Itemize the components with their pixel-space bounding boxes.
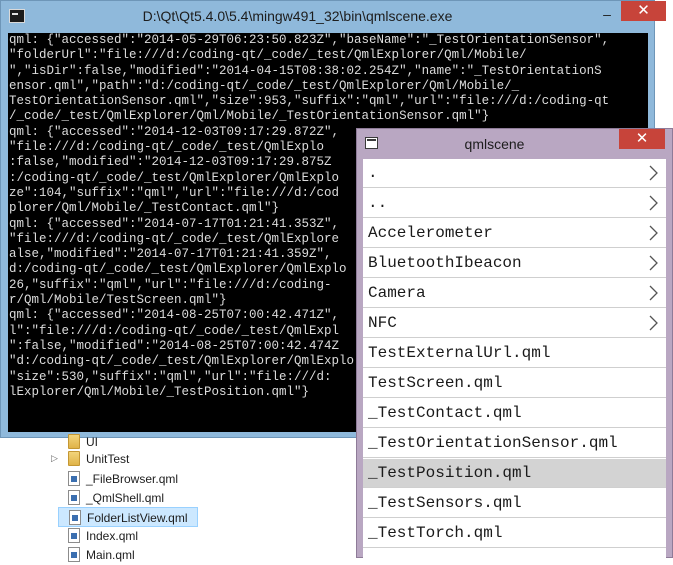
list-item-label: Accelerometer: [368, 224, 493, 242]
folder-icon: [68, 434, 80, 449]
list-item-label: _TestSensors.qml: [368, 494, 522, 512]
file-list-item[interactable]: _TestSensors.qml: [363, 489, 666, 518]
list-item-label: _TestTorch.qml: [368, 524, 503, 542]
qml-file-icon: [68, 547, 80, 562]
chevron-right-icon: [649, 225, 658, 241]
qmlscene-window-title: qmlscene: [464, 136, 525, 152]
folder-list-item[interactable]: ..: [363, 189, 666, 218]
console-line: "folderUrl":"file:///d:/coding-qt/_code/…: [9, 48, 527, 63]
file-list-item[interactable]: _TestOrientationSensor.qml: [363, 429, 666, 458]
tree-item[interactable]: _FileBrowser.qml: [54, 469, 374, 489]
qml-file-icon: [68, 471, 80, 486]
list-item-label: Camera: [368, 284, 426, 302]
list-item-label: ..: [368, 194, 388, 212]
chevron-right-icon: [649, 165, 658, 181]
file-list-item[interactable]: _TestContact.qml: [363, 399, 666, 428]
folder-list-item[interactable]: Camera: [363, 279, 666, 308]
list-item-label: TestScreen.qml: [368, 374, 503, 392]
tree-item[interactable]: ▷ UnitTest: [51, 449, 374, 469]
list-item-label: BluetoothIbeacon: [368, 254, 522, 272]
list-item-label: _TestContact.qml: [368, 404, 522, 422]
qmlscene-titlebar[interactable]: qmlscene ✕: [357, 129, 672, 157]
tree-item[interactable]: Index.qml: [54, 526, 374, 546]
console-line: TestOrientationSensor.qml","size":953,"s…: [9, 94, 610, 109]
console-close-button[interactable]: ✕: [621, 1, 666, 21]
qml-file-icon: [69, 510, 81, 525]
chevron-right-icon: [649, 195, 658, 211]
tree-item-label: Index.qml: [86, 529, 139, 543]
tree-item[interactable]: _QmlShell.qml: [54, 488, 374, 508]
expand-arrow-icon[interactable]: ▷: [51, 452, 61, 464]
list-item-label: .: [368, 164, 378, 182]
console-line: ensor.qml","path":"d:/coding-qt/_code/_t…: [9, 78, 520, 93]
qml-file-icon: [68, 490, 80, 505]
folder-list-view[interactable]: ... Accelerometer BluetoothIbeacon Camera NF…: [363, 159, 666, 559]
tree-item-label: Main.qml: [86, 548, 135, 562]
console-window-title: D:\Qt\Qt5.4.0\5.4\mingw491_32\bin\qmlsce…: [142, 8, 453, 24]
qml-file-icon: [68, 528, 80, 543]
chevron-right-icon: [649, 285, 658, 301]
folder-list-item[interactable]: NFC: [363, 309, 666, 338]
folder-icon: [68, 451, 80, 466]
console-titlebar[interactable]: D:\Qt\Qt5.4.0\5.4\mingw491_32\bin\qmlsce…: [1, 1, 666, 33]
list-item-label: _TestPosition.qml: [368, 464, 532, 482]
tree-item[interactable]: Main.qml: [54, 545, 374, 565]
console-minimize-button[interactable]: –: [597, 6, 617, 22]
tree-item-label: _FileBrowser.qml: [86, 472, 179, 486]
console-line: qml: {"accessed":"2014-05-29T06:23:50.82…: [9, 33, 610, 47]
tree-item-label: UnitTest: [86, 452, 130, 466]
folder-list-item[interactable]: .: [363, 159, 666, 188]
console-line: ","isDir":false,"modified":"2014-04-15T0…: [9, 63, 602, 78]
file-list-item[interactable]: _TestTorch.qml: [363, 519, 666, 548]
qmlscene-close-button[interactable]: ✕: [619, 129, 665, 149]
tree-item-label: _QmlShell.qml: [86, 491, 165, 505]
chevron-right-icon: [649, 255, 658, 271]
list-item-label: TestExternalUrl.qml: [368, 344, 551, 362]
list-item-label: NFC: [368, 314, 397, 332]
file-list-item[interactable]: _TestPosition.qml: [363, 459, 666, 488]
list-item-label: _TestOrientationSensor.qml: [368, 434, 618, 452]
tree-item[interactable]: FolderListView.qml: [58, 507, 198, 527]
folder-list-item[interactable]: Accelerometer: [363, 219, 666, 248]
file-list-item[interactable]: TestScreen.qml: [363, 369, 666, 398]
file-list-item[interactable]: TestExternalUrl.qml: [363, 339, 666, 368]
folder-list-item[interactable]: BluetoothIbeacon: [363, 249, 666, 278]
chevron-right-icon: [649, 315, 658, 331]
tree-item-label: UI: [86, 435, 98, 449]
qmlscene-window: qmlscene ✕ ... Accelerometer BluetoothIbea…: [356, 128, 673, 559]
tree-item-label: FolderListView.qml: [87, 511, 188, 525]
console-line: /_code/_test/QmlExplorer/Qml/Mobile/_Tes…: [9, 109, 490, 124]
